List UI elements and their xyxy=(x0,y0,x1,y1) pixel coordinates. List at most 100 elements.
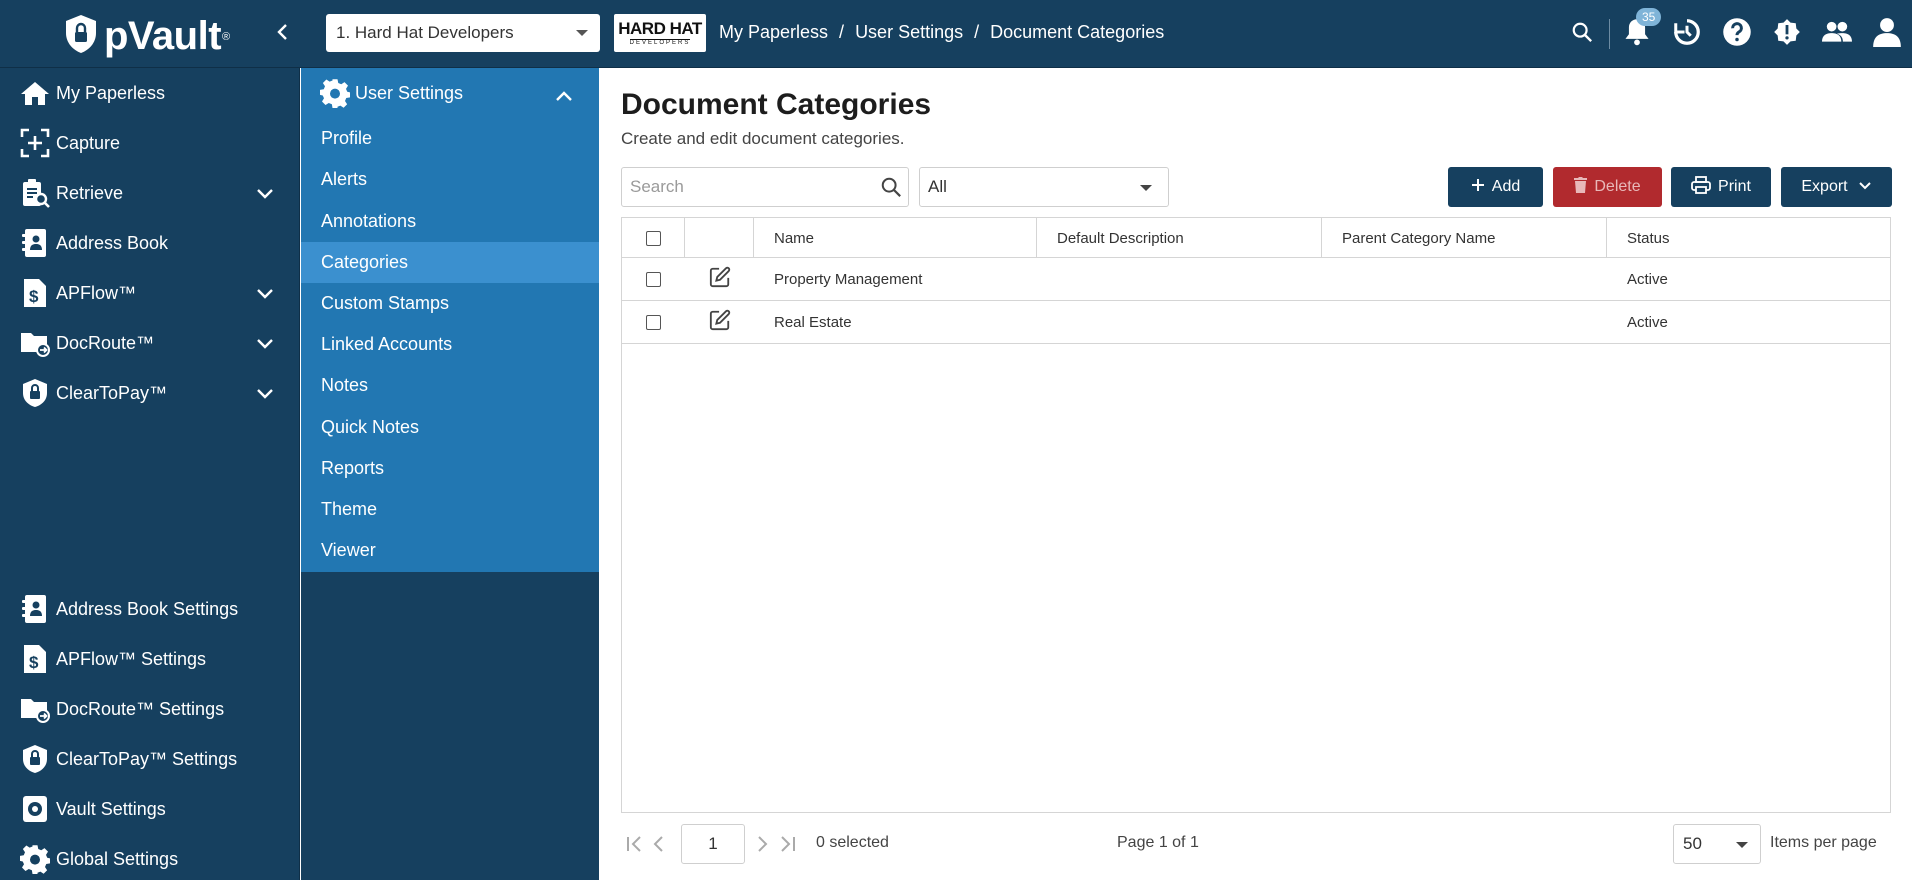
apflow-icon: $ xyxy=(20,644,50,674)
previous-page-button[interactable] xyxy=(651,834,667,859)
row-checkbox[interactable] xyxy=(646,314,661,330)
sidebar-item-label: My Paperless xyxy=(56,82,166,103)
last-page-button[interactable] xyxy=(777,834,797,859)
sidebar-item-label: ClearToPay™ xyxy=(56,382,168,403)
export-button[interactable]: Export xyxy=(1781,167,1892,207)
caret-down-icon xyxy=(576,30,588,36)
items-per-page-label: Items per page xyxy=(1770,834,1877,851)
last-page-icon xyxy=(777,836,797,858)
sidebar-item-capture[interactable]: Capture xyxy=(0,120,300,166)
notifications-button[interactable]: 35 xyxy=(1612,0,1662,68)
print-button-label: Print xyxy=(1718,178,1751,195)
user-profile-button[interactable] xyxy=(1862,0,1912,68)
page-number-input[interactable]: 1 xyxy=(681,824,745,864)
help-button[interactable] xyxy=(1712,0,1762,68)
cell-name: Real Estate xyxy=(774,313,852,331)
sidebar-item-docroute-settings[interactable]: DocRoute™ Settings xyxy=(0,686,300,732)
chevron-down-icon[interactable] xyxy=(256,184,274,205)
submenu-item-custom-stamps[interactable]: Custom Stamps xyxy=(301,283,599,324)
edit-button[interactable] xyxy=(685,301,754,343)
sidebar-item-vault-settings[interactable]: Vault Settings xyxy=(0,786,300,832)
breadcrumb-item-my-paperless[interactable]: My Paperless xyxy=(719,22,828,43)
submenu-item-profile[interactable]: Profile xyxy=(301,118,599,159)
user-settings-menu: User Settings Profile Alerts Annotations… xyxy=(301,68,599,572)
next-page-button[interactable] xyxy=(754,834,770,859)
printer-icon xyxy=(1691,175,1718,199)
submenu-item-linked-accounts[interactable]: Linked Accounts xyxy=(301,324,599,365)
notification-badge: 35 xyxy=(1636,8,1662,26)
sidebar-item-my-paperless[interactable]: My Paperless xyxy=(0,70,300,116)
alerts-button[interactable] xyxy=(1762,0,1812,68)
sidebar-item-label: DocRoute™ Settings xyxy=(56,698,225,719)
sidebar-item-cleartopay-settings[interactable]: ClearToPay™ Settings xyxy=(0,736,300,782)
select-all-checkbox[interactable] xyxy=(645,230,661,246)
user-settings-header[interactable]: User Settings xyxy=(301,68,599,118)
sidebar-item-label: Address Book xyxy=(56,232,169,253)
submenu-item-quick-notes[interactable]: Quick Notes xyxy=(301,407,599,448)
cell-default-description xyxy=(1037,258,1322,300)
first-page-icon xyxy=(625,836,645,858)
sidebar-item-address-book-settings[interactable]: Address Book Settings xyxy=(0,586,300,632)
shield-lock-icon xyxy=(64,14,98,59)
alert-badge-icon xyxy=(1773,18,1801,51)
status-filter-select[interactable]: All xyxy=(919,167,1169,207)
delete-button[interactable]: Delete xyxy=(1553,167,1662,207)
svg-text:$: $ xyxy=(29,653,39,672)
top-bar: pVault ® 1. Hard Hat Developers HARD HAT … xyxy=(0,0,1912,68)
sidebar-item-label: ClearToPay™ Settings xyxy=(56,748,238,769)
chevron-down-icon[interactable] xyxy=(256,384,274,405)
divider xyxy=(1609,19,1610,49)
column-header-name[interactable]: Name xyxy=(754,218,1037,258)
sidebar-item-label: APFlow™ xyxy=(56,282,137,303)
sidebar-item-address-book[interactable]: Address Book xyxy=(0,220,300,266)
sidebar-item-retrieve[interactable]: Retrieve xyxy=(0,170,300,216)
chevron-down-icon[interactable] xyxy=(256,334,274,355)
sidebar-item-docroute[interactable]: DocRoute™ xyxy=(0,320,300,366)
cell-parent-category-name xyxy=(1322,258,1607,300)
print-button[interactable]: Print xyxy=(1671,167,1771,207)
sidebar-item-apflow[interactable]: $ APFlow™ xyxy=(0,270,300,316)
chevron-down-icon[interactable] xyxy=(256,284,274,305)
brand-logo[interactable]: pVault ® xyxy=(64,14,230,59)
page-subtitle: Create and edit document categories. xyxy=(621,129,905,148)
table-row[interactable]: Property Management Active xyxy=(622,258,1890,301)
sidebar-item-label: Global Settings xyxy=(56,848,179,869)
search-icon[interactable] xyxy=(880,176,902,203)
address-book-icon xyxy=(20,228,50,258)
users-button[interactable] xyxy=(1812,0,1862,68)
trash-icon xyxy=(1574,176,1594,198)
submenu-item-viewer[interactable]: Viewer xyxy=(301,530,599,571)
sidebar-item-label: DocRoute™ xyxy=(56,332,155,353)
gear-icon xyxy=(20,844,50,874)
history-button[interactable] xyxy=(1662,0,1712,68)
submenu-item-reports[interactable]: Reports xyxy=(301,448,599,489)
chevron-up-icon[interactable] xyxy=(555,86,573,107)
first-page-button[interactable] xyxy=(625,834,645,859)
submenu-item-annotations[interactable]: Annotations xyxy=(301,201,599,242)
add-button[interactable]: Add xyxy=(1448,167,1543,207)
column-header-default-description[interactable]: Default Description xyxy=(1037,218,1322,258)
submenu-item-categories[interactable]: Categories xyxy=(301,242,599,283)
select-all-cell xyxy=(622,218,685,258)
column-header-status[interactable]: Status xyxy=(1607,218,1890,258)
table-row[interactable]: Real Estate Active xyxy=(622,301,1890,344)
submenu-item-theme[interactable]: Theme xyxy=(301,489,599,530)
column-header-parent-category-name[interactable]: Parent Category Name xyxy=(1322,218,1607,258)
top-icons: 35 xyxy=(1557,0,1912,68)
submenu-item-alerts[interactable]: Alerts xyxy=(301,159,599,200)
breadcrumb-item-user-settings[interactable]: User Settings xyxy=(855,22,963,43)
submenu-item-notes[interactable]: Notes xyxy=(301,365,599,406)
row-checkbox[interactable] xyxy=(646,271,661,287)
sidebar-item-global-settings[interactable]: Global Settings xyxy=(0,836,300,880)
search-button[interactable] xyxy=(1557,0,1607,68)
brand-registered-mark: ® xyxy=(222,30,231,43)
export-button-label: Export xyxy=(1801,178,1848,195)
cell-status: Active xyxy=(1627,270,1668,288)
items-per-page-select[interactable]: 50 xyxy=(1673,824,1761,864)
search-input[interactable] xyxy=(622,168,862,206)
edit-button[interactable] xyxy=(685,258,754,300)
collapse-sidebar-button[interactable] xyxy=(270,20,294,48)
sidebar-item-cleartopay[interactable]: ClearToPay™ xyxy=(0,370,300,416)
sidebar-item-apflow-settings[interactable]: $ APFlow™ Settings xyxy=(0,636,300,682)
company-select[interactable]: 1. Hard Hat Developers xyxy=(326,14,600,52)
